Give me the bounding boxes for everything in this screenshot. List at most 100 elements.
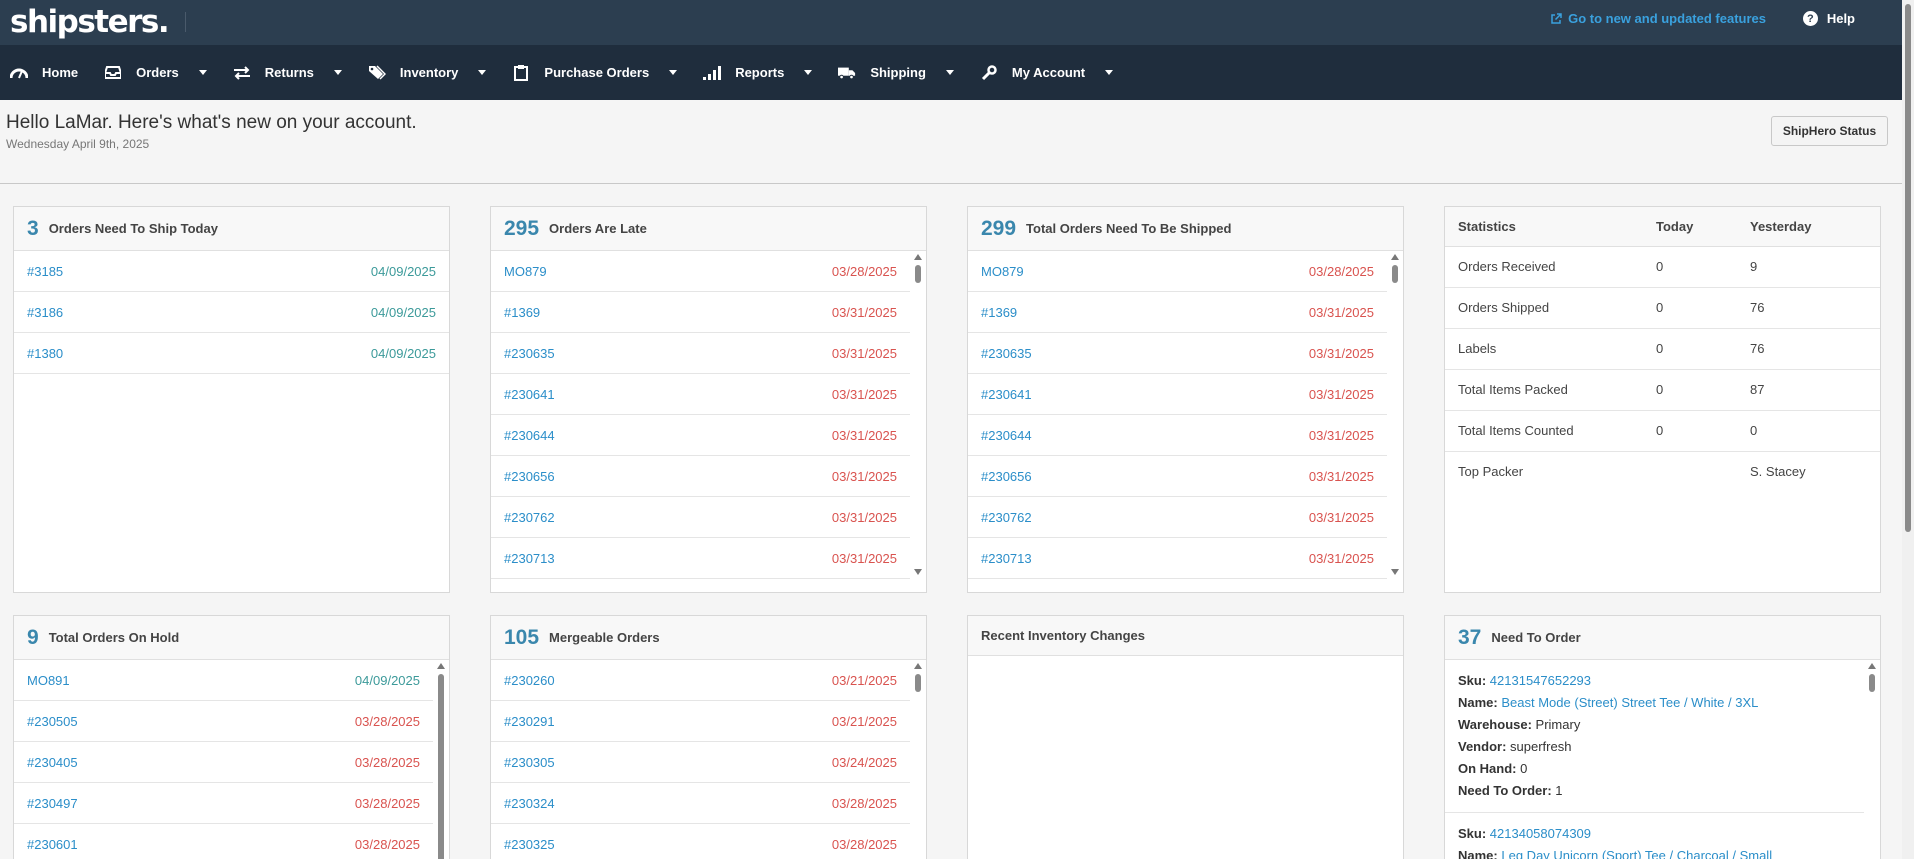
order-link[interactable]: #230305 [504, 755, 555, 770]
scroll-thumb[interactable] [1869, 674, 1875, 692]
order-link[interactable]: #230713 [504, 551, 555, 566]
nav-shipping[interactable]: Shipping [838, 45, 954, 100]
order-row[interactable]: #230762 03/31/2025 [491, 497, 910, 538]
scroll-thumb[interactable] [915, 265, 921, 283]
shiphero-status-button[interactable]: ShipHero Status [1771, 116, 1888, 146]
order-link[interactable]: #230405 [27, 755, 78, 770]
order-link[interactable]: #3186 [27, 305, 63, 320]
scrollbar[interactable] [1866, 660, 1878, 859]
order-row[interactable]: MO879 03/28/2025 [968, 251, 1387, 292]
order-link[interactable]: #230635 [504, 346, 555, 361]
order-row[interactable]: #1380 04/09/2025 [14, 333, 449, 374]
order-link[interactable]: #230656 [981, 469, 1032, 484]
scroll-thumb[interactable] [915, 674, 921, 692]
warehouse-value: Primary [1535, 717, 1581, 732]
order-link[interactable]: #3185 [27, 264, 63, 279]
table-row: Labels 0 76 [1445, 328, 1880, 370]
order-row[interactable]: #230497 03/28/2025 [14, 783, 433, 824]
order-link[interactable]: #230505 [27, 714, 78, 729]
order-link[interactable]: #230601 [27, 837, 78, 852]
order-row[interactable]: #3185 04/09/2025 [14, 251, 449, 292]
order-row[interactable]: MO891 04/09/2025 [14, 660, 433, 701]
order-row[interactable]: #1369 03/31/2025 [968, 292, 1387, 333]
order-link[interactable]: #230260 [504, 673, 555, 688]
order-link[interactable]: #230644 [504, 428, 555, 443]
nav-purchase-orders-label: Purchase Orders [544, 65, 650, 80]
new-features-link[interactable]: Go to new and updated features [1550, 11, 1766, 26]
order-link[interactable]: #230324 [504, 796, 555, 811]
scroll-thumb[interactable] [438, 674, 444, 859]
order-row[interactable]: #230505 03/28/2025 [14, 701, 433, 742]
order-link[interactable]: #1369 [504, 305, 540, 320]
order-link[interactable]: #230497 [27, 796, 78, 811]
shipsters-logo[interactable]: shipsters. [10, 4, 170, 40]
scroll-thumb[interactable] [1392, 265, 1398, 283]
scrollbar[interactable] [912, 660, 924, 859]
order-link[interactable]: #230762 [504, 510, 555, 525]
nav-purchase-orders[interactable]: Purchase Orders [512, 45, 678, 100]
order-link[interactable]: #230325 [504, 837, 555, 852]
order-link[interactable]: #230635 [981, 346, 1032, 361]
scrollbar[interactable] [435, 660, 447, 859]
order-row[interactable]: #230713 03/31/2025 [491, 538, 910, 579]
nav-returns[interactable]: Returns [233, 45, 342, 100]
nav-home[interactable]: Home [10, 45, 78, 100]
scroll-up-icon[interactable] [1391, 254, 1399, 260]
order-link[interactable]: #230641 [981, 387, 1032, 402]
order-row[interactable]: #230641 03/31/2025 [491, 374, 910, 415]
scroll-down-icon[interactable] [1391, 569, 1399, 575]
order-row[interactable]: #230762 03/31/2025 [968, 497, 1387, 538]
sku-link[interactable]: 42134058074309 [1490, 826, 1591, 841]
order-link[interactable]: #230656 [504, 469, 555, 484]
scroll-up-icon[interactable] [437, 663, 445, 669]
order-row[interactable]: #1369 03/31/2025 [491, 292, 910, 333]
order-row[interactable]: #230635 03/31/2025 [491, 333, 910, 374]
order-row[interactable]: #230325 03/28/2025 [491, 824, 910, 859]
order-link[interactable]: MO879 [504, 264, 547, 279]
page-scroll-thumb[interactable] [1905, 4, 1911, 532]
scroll-up-icon[interactable] [914, 663, 922, 669]
order-row[interactable]: MO879 03/28/2025 [491, 251, 910, 292]
scroll-down-icon[interactable] [914, 569, 922, 575]
scrollbar[interactable] [1389, 251, 1401, 579]
nav-inventory[interactable]: Inventory [368, 45, 487, 100]
order-link[interactable]: #1369 [981, 305, 1017, 320]
order-row[interactable]: #230260 03/21/2025 [491, 660, 910, 701]
order-row[interactable]: #230644 03/31/2025 [491, 415, 910, 456]
order-link[interactable]: #230641 [504, 387, 555, 402]
order-row[interactable]: #230324 03/28/2025 [491, 783, 910, 824]
name-label: Name: [1458, 695, 1498, 710]
order-row[interactable]: #230405 03/28/2025 [14, 742, 433, 783]
order-row[interactable]: #3186 04/09/2025 [14, 292, 449, 333]
order-link[interactable]: #230713 [981, 551, 1032, 566]
order-link[interactable]: #230291 [504, 714, 555, 729]
order-row[interactable]: #230601 03/28/2025 [14, 824, 433, 859]
order-row[interactable]: #230644 03/31/2025 [968, 415, 1387, 456]
order-row[interactable]: #230641 03/31/2025 [968, 374, 1387, 415]
order-row[interactable]: #230656 03/31/2025 [491, 456, 910, 497]
sku-link[interactable]: 42131547652293 [1490, 673, 1591, 688]
scroll-up-icon[interactable] [914, 254, 922, 260]
order-row[interactable]: #230656 03/31/2025 [968, 456, 1387, 497]
order-date: 03/28/2025 [354, 754, 420, 770]
order-row[interactable]: #230305 03/24/2025 [491, 742, 910, 783]
nav-orders[interactable]: Orders [104, 45, 207, 100]
scrollbar[interactable] [912, 251, 924, 579]
panel-header: 3 Orders Need To Ship Today [14, 207, 449, 251]
order-link[interactable]: MO891 [27, 673, 70, 688]
order-row[interactable]: #230635 03/31/2025 [968, 333, 1387, 374]
nav-my-account[interactable]: My Account [980, 45, 1114, 100]
order-row[interactable]: #230713 03/31/2025 [968, 538, 1387, 579]
scroll-up-icon[interactable] [1868, 663, 1876, 669]
page-scrollbar[interactable] [1902, 0, 1914, 859]
order-row[interactable]: #230291 03/21/2025 [491, 701, 910, 742]
product-link[interactable]: Beast Mode (Street) Street Tee / White /… [1501, 695, 1758, 710]
order-link[interactable]: #230644 [981, 428, 1032, 443]
product-link[interactable]: Leg Day Unicorn (Sport) Tee / Charcoal /… [1501, 848, 1772, 859]
order-link[interactable]: MO879 [981, 264, 1024, 279]
clipboard-icon [512, 64, 530, 81]
order-link[interactable]: #1380 [27, 346, 63, 361]
order-link[interactable]: #230762 [981, 510, 1032, 525]
nav-reports[interactable]: Reports [703, 45, 813, 100]
help-link[interactable]: ? Help [1802, 11, 1855, 26]
